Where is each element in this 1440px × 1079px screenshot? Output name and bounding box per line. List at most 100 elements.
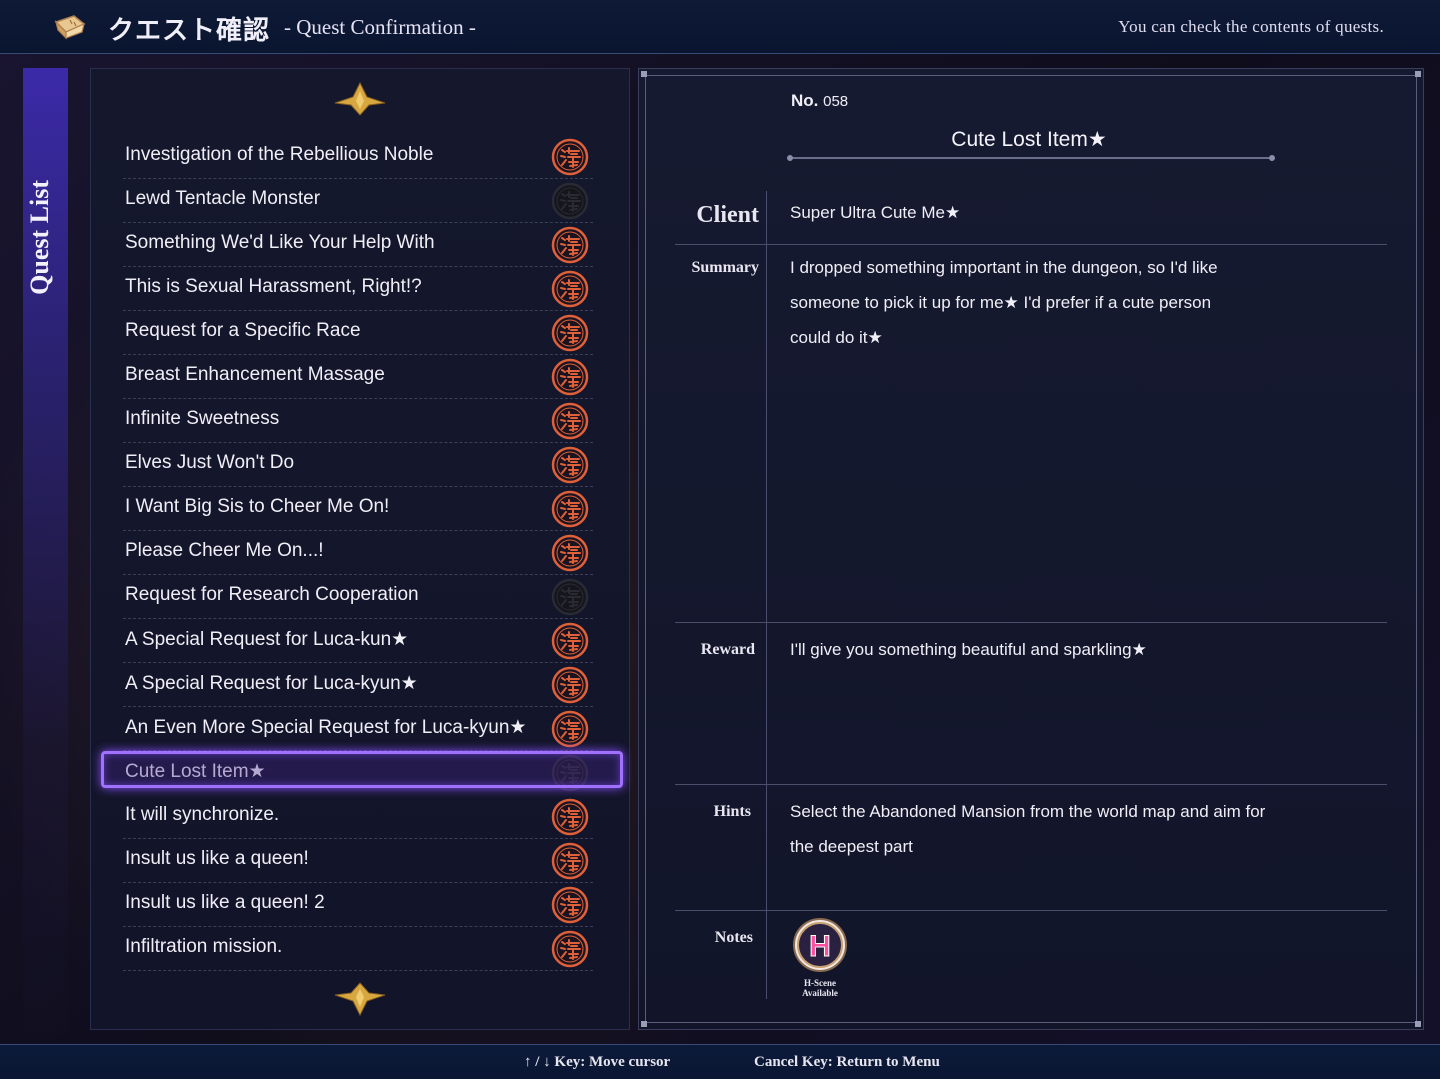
quest-name: Breast Enhancement Massage	[125, 364, 385, 385]
quest-available-seal-icon	[551, 886, 589, 924]
h-scene-badge: H H-Scene Available	[791, 917, 849, 998]
quest-number-value: 058	[823, 93, 849, 110]
quest-list-item[interactable]: Insult us like a queen! 2	[123, 883, 593, 927]
hints-value: Select the Abandoned Mansion from the wo…	[790, 794, 1310, 864]
reward-value: I'll give you something beautiful and sp…	[790, 640, 1147, 659]
quest-list-item[interactable]: Breast Enhancement Massage	[123, 355, 593, 399]
quest-name: It will synchronize.	[125, 804, 280, 825]
quest-inactive-seal-icon	[551, 182, 589, 220]
h-scene-letter: H	[809, 930, 831, 963]
summary-label: Summary	[691, 259, 759, 276]
quest-available-seal-icon	[551, 666, 589, 704]
quest-available-seal-icon	[551, 798, 589, 836]
footer-bar: ↑ / ↓ Key: Move cursor Cancel Key: Retur…	[0, 1044, 1440, 1079]
quest-list-tab-label: Quest List	[25, 180, 54, 295]
quest-available-seal-icon	[551, 622, 589, 660]
quest-list-item[interactable]: A Special Request for Luca-kyun★	[123, 663, 593, 707]
quest-name: I Want Big Sis to Cheer Me On!	[125, 496, 390, 517]
header-bar: クエスト確認 - Quest Confirmation - You can ch…	[0, 0, 1440, 54]
quest-available-seal-icon	[551, 842, 589, 880]
quest-list-item[interactable]: A Special Request for Luca-kun★	[123, 619, 593, 663]
quest-available-seal-icon	[551, 534, 589, 572]
quest-inactive-seal-icon	[551, 578, 589, 616]
quest-list-item[interactable]: Something We'd Like Your Help With	[123, 223, 593, 267]
scroll-icon	[54, 15, 86, 40]
quest-list-item[interactable]: Investigation of the Rebellious Noble	[123, 135, 593, 179]
quest-name: A Special Request for Luca-kun★	[125, 629, 409, 650]
quest-list-item[interactable]: It will synchronize.	[123, 795, 593, 839]
quest-name: An Even More Special Request for Luca-ky…	[125, 717, 527, 738]
quest-available-seal-icon	[551, 710, 589, 748]
quest-name: Request for a Specific Race	[125, 320, 361, 341]
quest-available-seal-icon	[551, 226, 589, 264]
client-value: Super Ultra Cute Me★	[790, 203, 961, 222]
quest-name: Investigation of the Rebellious Noble	[125, 144, 434, 165]
quest-detail-panel: No. 058 Cute Lost Item★ Client Super Ult…	[638, 68, 1424, 1030]
divider	[766, 785, 767, 911]
h-scene-caption: H-Scene	[804, 978, 836, 988]
summary-value: I dropped something important in the dun…	[790, 250, 1310, 355]
quest-available-seal-icon	[551, 402, 589, 440]
hints-line: the deepest part	[790, 837, 913, 856]
quest-name: Lewd Tentacle Monster	[125, 188, 321, 209]
quest-list-item[interactable]: This is Sexual Harassment, Right!?	[123, 267, 593, 311]
divider	[766, 623, 767, 785]
quest-available-seal-icon	[551, 358, 589, 396]
summary-line: could do it★	[790, 328, 883, 347]
quest-available-seal-icon	[551, 314, 589, 352]
h-scene-caption: Available	[802, 988, 838, 998]
divider	[675, 622, 1387, 623]
quest-list-item[interactable]: Request for Research Cooperation	[123, 575, 593, 619]
quest-name: Please Cheer Me On...!	[125, 540, 324, 561]
quest-name: Something We'd Like Your Help With	[125, 232, 435, 253]
header-hint: You can check the contents of quests.	[1118, 17, 1384, 36]
hints-line: Select the Abandoned Mansion from the wo…	[790, 802, 1266, 821]
quest-list-item[interactable]: Infiltration mission.	[123, 927, 593, 971]
quest-number: No. 058	[791, 91, 848, 111]
quest-name: Elves Just Won't Do	[125, 452, 295, 473]
move-cursor-hint: ↑ / ↓ Key: Move cursor	[524, 1054, 671, 1070]
quest-name: Insult us like a queen!	[125, 848, 309, 869]
quest-list-tab[interactable]: Quest List	[23, 68, 68, 1034]
quest-available-seal-icon	[551, 930, 589, 968]
quest-list-item[interactable]: Request for a Specific Race	[123, 311, 593, 355]
quest-name: Infinite Sweetness	[125, 408, 280, 429]
reward-label: Reward	[700, 641, 755, 658]
quest-number-label: No.	[791, 91, 819, 110]
summary-line: someone to pick it up for me★ I'd prefer…	[790, 293, 1212, 312]
quest-list-panel: Investigation of the Rebellious Noble Lew…	[90, 68, 630, 1030]
scroll-down-ornament[interactable]	[325, 979, 395, 1019]
divider	[766, 245, 767, 623]
divider	[766, 911, 767, 999]
divider	[766, 191, 767, 245]
scroll-up-ornament[interactable]	[325, 79, 395, 119]
quest-list-item[interactable]: Please Cheer Me On...!	[123, 531, 593, 575]
quest-available-seal-icon	[551, 138, 589, 176]
notes-label: Notes	[714, 929, 753, 946]
return-menu-hint: Cancel Key: Return to Menu	[754, 1054, 940, 1070]
divider	[675, 784, 1387, 785]
divider	[675, 910, 1387, 911]
quest-list-item[interactable]: I Want Big Sis to Cheer Me On!	[123, 487, 593, 531]
quest-name: Insult us like a queen! 2	[125, 892, 325, 913]
quest-available-seal-icon	[551, 446, 589, 484]
client-label: Client	[696, 202, 759, 228]
hints-label: Hints	[713, 803, 751, 820]
selection-cursor	[101, 751, 623, 788]
h-scene-icon: H	[793, 918, 847, 972]
quest-name: This is Sexual Harassment, Right!?	[125, 276, 422, 297]
quest-list-item[interactable]: Infinite Sweetness	[123, 399, 593, 443]
quest-available-seal-icon	[551, 270, 589, 308]
divider	[675, 244, 1387, 245]
quest-name: Infiltration mission.	[125, 936, 283, 957]
title-divider	[787, 155, 1275, 161]
quest-name: Request for Research Cooperation	[125, 584, 419, 605]
quest-available-seal-icon	[551, 490, 589, 528]
quest-list-item[interactable]: Lewd Tentacle Monster	[123, 179, 593, 223]
quest-list-item[interactable]: An Even More Special Request for Luca-ky…	[123, 707, 593, 751]
page-subtitle: - Quest Confirmation -	[284, 15, 476, 39]
quest-list-item[interactable]: Insult us like a queen!	[123, 839, 593, 883]
quest-title: Cute Lost Item★	[951, 128, 1107, 151]
quest-name: A Special Request for Luca-kyun★	[125, 673, 418, 694]
quest-list-item[interactable]: Elves Just Won't Do	[123, 443, 593, 487]
